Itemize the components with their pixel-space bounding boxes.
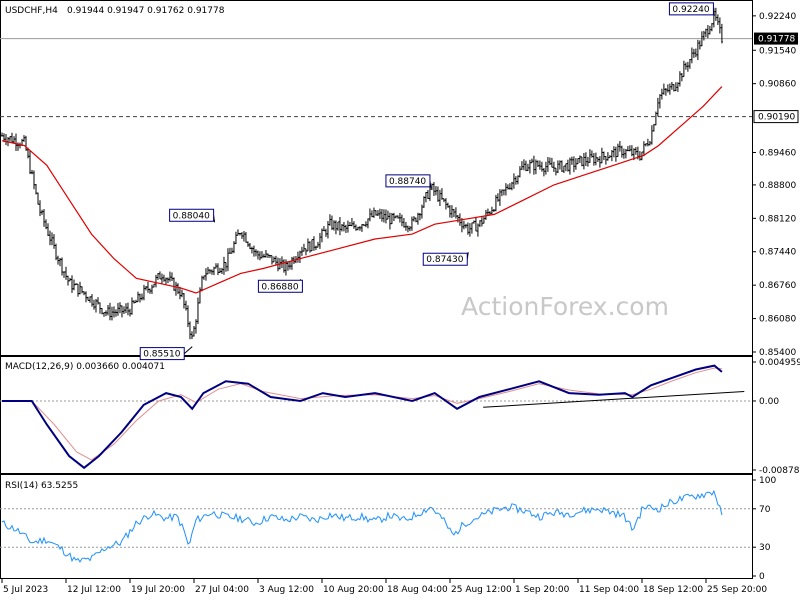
macd-tick-label: -0.008785 xyxy=(759,466,800,476)
time-tick-label: 11 Sep 04:00 xyxy=(579,585,639,595)
price-series xyxy=(1,7,723,340)
annotation-label: 0.92240 xyxy=(672,5,709,15)
current-price-label: 0.91778 xyxy=(758,35,795,45)
time-tick-label: 18 Sep 12:00 xyxy=(643,585,703,595)
macd-title: MACD(12,26,9) 0.003660 0.004071 xyxy=(5,362,165,372)
symbol-label: USDCHF,H4 xyxy=(5,6,58,16)
moving-average-line xyxy=(1,86,723,294)
annotation-label: 0.85510 xyxy=(143,350,180,360)
price-tick-label: 0.88120 xyxy=(759,214,796,224)
rsi-series xyxy=(1,489,723,563)
price-tick-label: 0.88800 xyxy=(759,181,796,191)
price-tick-label: 0.92240 xyxy=(759,12,796,22)
time-tick-label: 27 Jul 04:00 xyxy=(195,585,249,595)
price-tick-label: 0.90860 xyxy=(759,80,796,90)
rsi-line xyxy=(1,489,723,563)
rsi-tick-label: 30 xyxy=(759,543,771,553)
annotation-label: 0.87430 xyxy=(426,255,463,265)
annotation-leader xyxy=(183,346,193,354)
rsi-title: RSI(14) 63.5255 xyxy=(5,481,78,491)
rsi-tick-label: 70 xyxy=(759,505,771,515)
time-tick-label: 10 Aug 20:00 xyxy=(323,585,384,595)
ohlc-label: 0.91944 0.91947 0.91762 0.91778 xyxy=(67,6,225,16)
rsi-axis: 100 70 30 0 xyxy=(0,476,776,582)
support-price-label: 0.90190 xyxy=(758,113,795,123)
time-axis: 5 Jul 2023 12 Jul 12:00 19 Jul 20:00 27 Jul… xyxy=(1,579,767,595)
time-tick-label: 12 Jul 12:00 xyxy=(67,585,121,595)
time-tick-label: 18 Aug 04:00 xyxy=(387,585,448,595)
macd-series xyxy=(2,364,745,470)
chart-root: ActionForex.com USDCHF,H4 0.91944 0.9194… xyxy=(0,0,800,595)
time-tick-label: 25 Sep 20:00 xyxy=(707,585,767,595)
macd-panel-frame xyxy=(0,356,753,474)
watermark: ActionForex.com xyxy=(461,292,669,321)
price-tick-label: 0.86760 xyxy=(759,281,796,291)
annotation-label: 0.88040 xyxy=(173,211,210,221)
price-tick-label: 0.87440 xyxy=(759,248,796,258)
time-tick-label: 3 Aug 12:00 xyxy=(259,585,314,595)
rsi-panel-frame xyxy=(0,474,753,579)
rsi-tick-label: 0 xyxy=(759,572,765,582)
macd-tick-label: 0.004959 xyxy=(759,358,800,368)
time-tick-label: 1 Sep 20:00 xyxy=(515,585,570,595)
price-tick-label: 0.86080 xyxy=(759,315,796,325)
annotation-label: 0.86880 xyxy=(261,282,298,292)
rsi-tick-label: 100 xyxy=(759,476,776,486)
macd-line xyxy=(2,364,723,470)
macd-signal-line xyxy=(2,367,722,461)
price-tick-label: 0.91540 xyxy=(759,46,796,56)
time-tick-label: 19 Jul 20:00 xyxy=(131,585,185,595)
annotation-label: 0.88740 xyxy=(389,177,426,187)
price-tick-label: 0.85400 xyxy=(759,348,796,358)
price-tick-label: 0.89460 xyxy=(759,148,796,158)
time-tick-label: 25 Aug 12:00 xyxy=(451,585,512,595)
time-tick-label: 5 Jul 2023 xyxy=(3,585,48,595)
macd-tick-label: 0.00 xyxy=(759,397,779,407)
